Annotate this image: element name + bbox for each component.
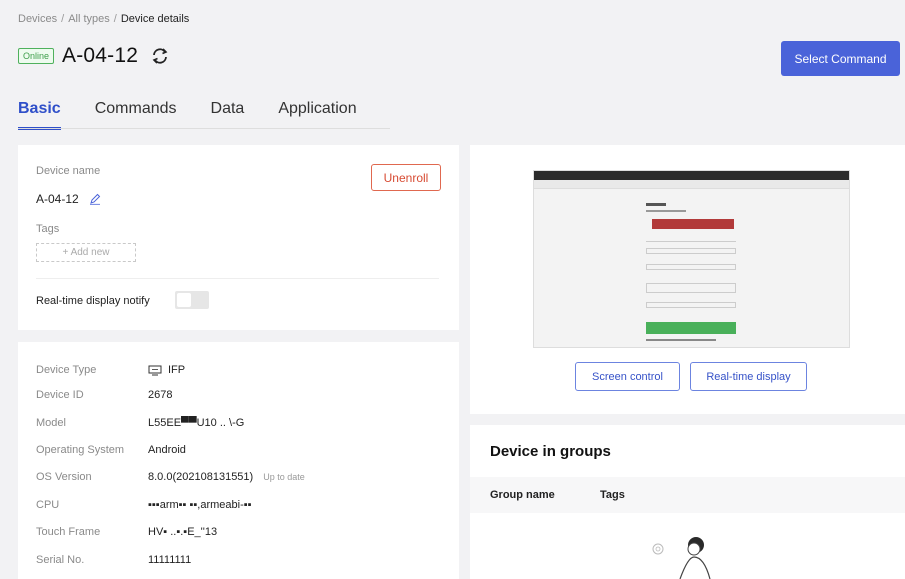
breadcrumb-separator: /: [113, 13, 117, 25]
breadcrumb: Devices / All types / Device details: [18, 13, 189, 25]
info-row-serial-no: Serial No. 11111111: [36, 552, 191, 568]
info-value: IFP: [148, 364, 185, 376]
thumb-alert: [652, 219, 734, 229]
empty-state-illustration-icon: [652, 537, 711, 579]
groups-title: Device in groups: [490, 443, 611, 460]
info-value: L55EE▀▀U10 .. \-G: [148, 417, 245, 429]
breadcrumb-separator: /: [61, 13, 65, 25]
tab-basic[interactable]: Basic: [18, 100, 61, 130]
info-label: Touch Frame: [36, 526, 101, 538]
column-header-group-name: Group name: [490, 489, 555, 501]
browser-tab-bar: [534, 171, 849, 180]
device-type-value: IFP: [168, 364, 186, 376]
status-badge: Online: [18, 48, 55, 64]
info-label: CPU: [36, 499, 60, 511]
tab-bar: Basic Commands Data Application: [18, 100, 357, 130]
basic-settings-card: Device name A-04-12 Unenroll Tags + Add …: [18, 145, 459, 330]
info-label: Operating System: [36, 444, 125, 456]
thumb-text: [646, 203, 666, 206]
info-label: OS Version: [36, 471, 92, 483]
thumb-line: [646, 241, 736, 242]
tab-commands[interactable]: Commands: [95, 100, 177, 130]
realtime-notify-label: Real-time display notify: [36, 295, 150, 307]
device-name-label: Device name: [36, 165, 101, 177]
title-row: Online A-04-12: [18, 44, 170, 68]
realtime-notify-toggle[interactable]: [175, 291, 209, 309]
screen-control-button[interactable]: Screen control: [575, 362, 680, 391]
thumb-text: [646, 339, 716, 341]
realtime-display-button[interactable]: Real-time display: [690, 362, 807, 391]
screen-thumbnail[interactable]: [533, 170, 850, 348]
tab-application[interactable]: Application: [278, 100, 356, 130]
divider: [36, 278, 439, 279]
os-version-value: 8.0.0(202108131551): [148, 471, 254, 483]
device-groups-card: Device in groups Group name Tags: [470, 425, 905, 579]
thumb-field: [646, 248, 736, 254]
thumb-text: [646, 210, 686, 212]
info-label: Device Type: [36, 364, 97, 376]
screen-preview-card: Screen control Real-time display: [470, 145, 905, 414]
info-row-touch-frame: Touch Frame HV▪ ..▪.▪E_''13: [36, 524, 217, 540]
toggle-knob: [177, 293, 191, 307]
info-value: HV▪ ..▪.▪E_''13: [148, 526, 218, 538]
breadcrumb-current: Device details: [120, 13, 190, 25]
column-header-tags: Tags: [600, 489, 625, 501]
device-info-card: Device Type IFP Device ID 2678 Model L55…: [18, 342, 459, 579]
device-name-value: A-04-12: [36, 192, 79, 206]
device-name-row: A-04-12: [36, 192, 101, 206]
info-row-device-id: Device ID 2678: [36, 387, 172, 403]
tags-label: Tags: [36, 223, 60, 235]
breadcrumb-devices[interactable]: Devices: [18, 13, 57, 25]
info-value: 2678: [148, 389, 173, 401]
up-to-date-note: Up to date: [263, 472, 305, 482]
thumb-field: [646, 302, 736, 308]
add-tag-button[interactable]: + Add new: [36, 243, 136, 262]
refresh-icon[interactable]: [150, 46, 170, 66]
page-title: A-04-12: [62, 44, 139, 67]
info-row-device-type: Device Type IFP: [36, 362, 185, 378]
thumb-field: [646, 264, 736, 270]
tab-data[interactable]: Data: [211, 100, 245, 130]
thumb-field: [646, 283, 736, 293]
info-label: Serial No.: [36, 554, 85, 566]
info-value: ▪▪▪arm▪▪ ▪▪,armeabi-▪▪: [148, 499, 252, 511]
browser-address-bar: [534, 180, 849, 189]
info-row-operating-system: Operating System Android: [36, 442, 186, 458]
info-label: Model: [36, 417, 66, 429]
edit-pencil-icon[interactable]: [89, 193, 101, 205]
info-row-cpu: CPU ▪▪▪arm▪▪ ▪▪,armeabi-▪▪: [36, 497, 252, 513]
info-value: 8.0.0(202108131551) Up to date: [148, 471, 305, 483]
info-row-model: Model L55EE▀▀U10 .. \-G: [36, 415, 244, 431]
select-command-button[interactable]: Select Command: [781, 41, 900, 76]
monitor-icon: [148, 365, 162, 375]
groups-table-header: Group name Tags: [470, 477, 905, 513]
info-label: Device ID: [36, 389, 84, 401]
unenroll-button[interactable]: Unenroll: [371, 164, 441, 191]
breadcrumb-all-types[interactable]: All types: [68, 13, 110, 25]
tab-divider: [18, 128, 390, 129]
info-value: Android: [148, 444, 186, 456]
info-row-os-version: OS Version 8.0.0(202108131551) Up to dat…: [36, 469, 305, 485]
thumb-green-button: [646, 322, 736, 334]
info-value: 11111111: [148, 554, 192, 566]
